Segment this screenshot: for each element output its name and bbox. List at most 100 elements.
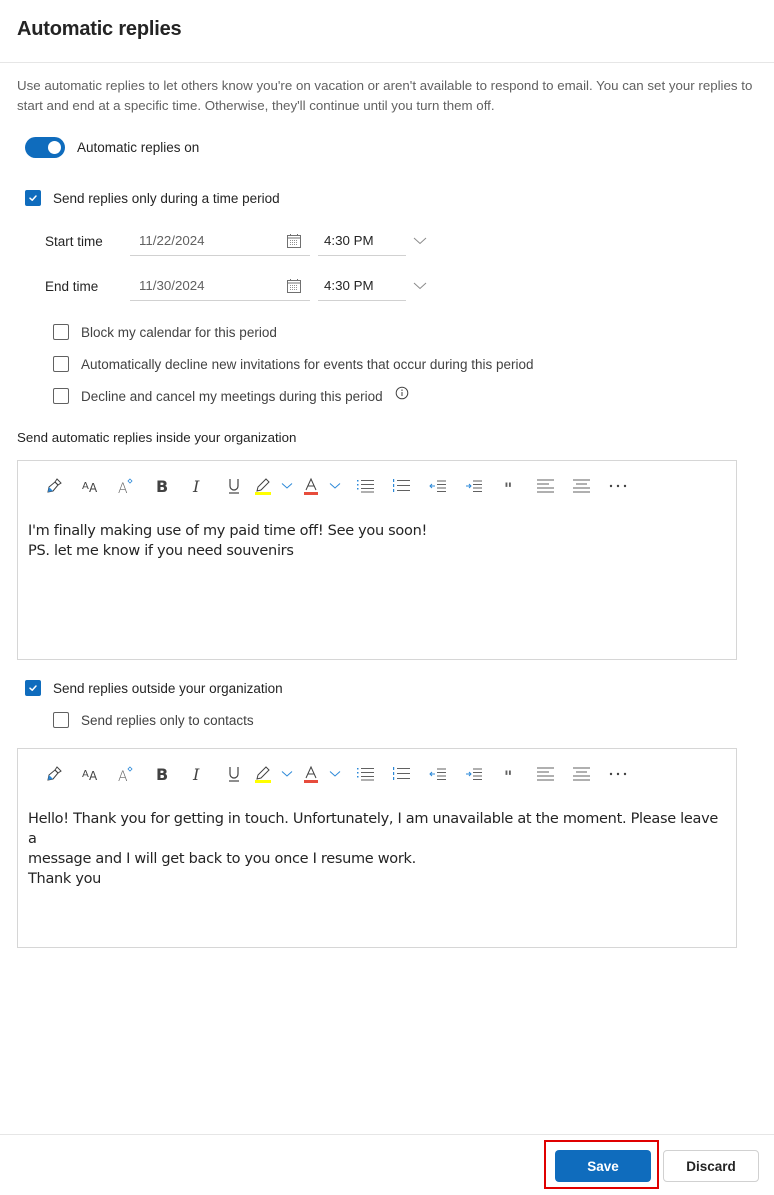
svg-text:A: A xyxy=(118,481,128,495)
decrease-indent-icon xyxy=(429,768,446,780)
numbering-button[interactable] xyxy=(384,759,420,789)
svg-text:A: A xyxy=(89,481,98,494)
decline-invitations-checkbox[interactable] xyxy=(53,356,69,372)
save-button[interactable]: Save xyxy=(555,1150,651,1182)
font-size-button[interactable]: AA xyxy=(72,759,108,789)
outside-org-checkbox[interactable] xyxy=(25,680,41,696)
end-date-input[interactable]: 11/30/2024 xyxy=(130,271,310,301)
bullets-icon xyxy=(357,768,374,781)
calendar-icon[interactable] xyxy=(286,278,302,294)
contacts-only-option: Send replies only to contacts xyxy=(53,712,254,728)
text-effects-icon: A xyxy=(118,766,133,783)
numbering-icon xyxy=(393,479,410,492)
message-line: Thank you xyxy=(28,871,102,887)
increase-indent-icon xyxy=(466,768,482,780)
inside-org-editor[interactable]: AA A B I " I'm finally making use of my … xyxy=(17,460,737,660)
bold-button[interactable]: B xyxy=(144,759,180,789)
format-painter-button[interactable] xyxy=(36,471,72,501)
underline-button[interactable] xyxy=(216,471,252,501)
end-time-dropdown[interactable] xyxy=(410,276,430,296)
font-size-icon: AA xyxy=(82,769,98,782)
svg-text:A: A xyxy=(82,481,89,492)
font-color-icon xyxy=(304,477,318,495)
bullets-button[interactable] xyxy=(348,471,384,501)
align-center-button[interactable] xyxy=(564,759,600,789)
decrease-indent-button[interactable] xyxy=(420,759,456,789)
italic-icon: I xyxy=(192,478,200,494)
block-calendar-checkbox[interactable] xyxy=(53,324,69,340)
italic-button[interactable]: I xyxy=(180,759,216,789)
info-icon[interactable] xyxy=(395,386,409,400)
outside-org-option: Send replies outside your organization xyxy=(25,680,283,696)
format-painter-button[interactable] xyxy=(36,759,72,789)
chevron-down-icon xyxy=(281,771,293,777)
text-effects-button[interactable]: A xyxy=(108,471,144,501)
text-effects-button[interactable]: A xyxy=(108,759,144,789)
numbering-button[interactable] xyxy=(384,471,420,501)
font-color-dropdown[interactable] xyxy=(322,471,348,501)
align-left-icon xyxy=(537,767,554,781)
font-color-button[interactable] xyxy=(300,759,322,789)
text-effects-icon: A xyxy=(118,478,133,495)
contacts-only-checkbox[interactable] xyxy=(53,712,69,728)
font-color-button[interactable] xyxy=(300,471,322,501)
align-left-button[interactable] xyxy=(528,759,564,789)
chevron-down-icon xyxy=(329,483,341,489)
time-period-checkbox[interactable] xyxy=(25,190,41,206)
align-left-icon xyxy=(537,479,554,493)
font-size-icon: AA xyxy=(82,481,98,494)
chevron-down-icon xyxy=(413,282,427,290)
automatic-replies-toggle[interactable] xyxy=(25,137,65,158)
start-time-dropdown[interactable] xyxy=(410,231,430,251)
outside-message-body[interactable]: Hello! Thank you for getting in touch. U… xyxy=(18,799,736,889)
decline-invitations-label: Automatically decline new invitations fo… xyxy=(81,356,534,372)
quote-button[interactable]: " xyxy=(492,471,528,501)
highlight-button[interactable] xyxy=(252,471,274,501)
italic-button[interactable]: I xyxy=(180,471,216,501)
more-options-button[interactable] xyxy=(600,759,636,789)
increase-indent-button[interactable] xyxy=(456,759,492,789)
align-center-button[interactable] xyxy=(564,471,600,501)
bold-icon: B xyxy=(156,766,168,782)
outside-editor-toolbar: AA A B I " xyxy=(18,749,736,799)
contacts-only-label: Send replies only to contacts xyxy=(81,712,254,728)
increase-indent-button[interactable] xyxy=(456,471,492,501)
bullets-button[interactable] xyxy=(348,759,384,789)
calendar-icon[interactable] xyxy=(286,233,302,249)
start-date-input[interactable]: 11/22/2024 xyxy=(130,226,310,256)
end-date-value: 11/30/2024 xyxy=(139,278,205,293)
font-size-button[interactable]: AA xyxy=(72,471,108,501)
end-time-input[interactable]: 4:30 PM xyxy=(318,271,406,301)
underline-button[interactable] xyxy=(216,759,252,789)
highlight-dropdown[interactable] xyxy=(274,759,300,789)
discard-button[interactable]: Discard xyxy=(663,1150,759,1182)
inside-message-body[interactable]: I'm finally making use of my paid time o… xyxy=(18,511,736,561)
svg-text:": " xyxy=(504,768,512,780)
highlight-dropdown[interactable] xyxy=(274,471,300,501)
format-painter-icon xyxy=(47,478,62,493)
bullets-icon xyxy=(357,480,374,493)
svg-text:B: B xyxy=(156,766,168,782)
chevron-down-icon xyxy=(413,237,427,245)
numbering-icon xyxy=(393,767,410,780)
more-options-button[interactable] xyxy=(600,471,636,501)
checkmark-icon xyxy=(29,195,37,201)
cancel-meetings-checkbox[interactable] xyxy=(53,388,69,404)
more-options-icon xyxy=(609,772,627,776)
quote-icon: " xyxy=(504,768,512,780)
align-left-button[interactable] xyxy=(528,471,564,501)
increase-indent-icon xyxy=(466,480,482,492)
font-color-dropdown[interactable] xyxy=(322,759,348,789)
highlight-button[interactable] xyxy=(252,759,274,789)
svg-text:": " xyxy=(504,480,512,492)
start-time-row: Start time 11/22/2024 4:30 PM xyxy=(45,226,430,256)
start-time-label: Start time xyxy=(45,233,103,249)
font-color-icon xyxy=(304,765,318,783)
outside-org-editor[interactable]: AA A B I " Hello! Thank you for getting … xyxy=(17,748,737,948)
toggle-knob xyxy=(48,141,61,154)
decrease-indent-button[interactable] xyxy=(420,471,456,501)
bold-button[interactable]: B xyxy=(144,471,180,501)
quote-button[interactable]: " xyxy=(492,759,528,789)
start-time-input[interactable]: 4:30 PM xyxy=(318,226,406,256)
svg-text:A: A xyxy=(82,769,89,780)
